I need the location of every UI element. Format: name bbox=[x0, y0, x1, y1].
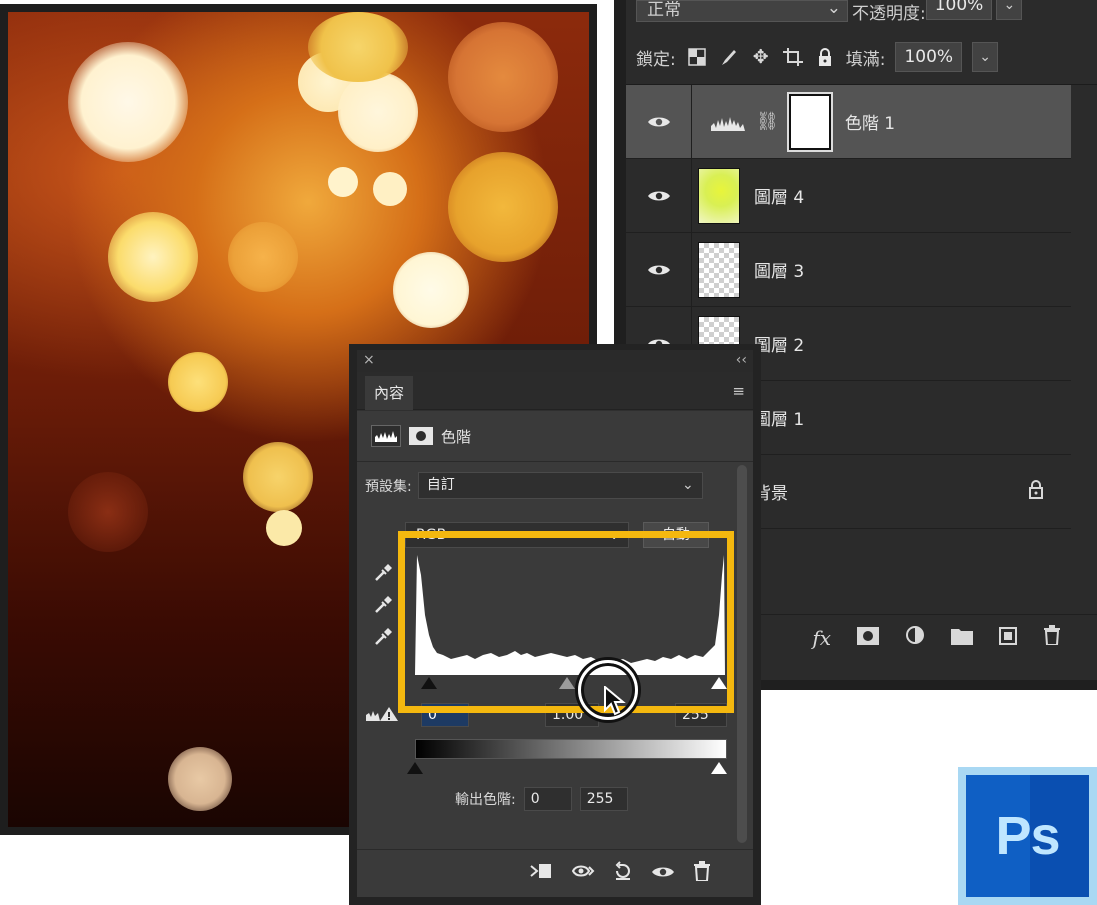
layer-name: 圖層 4 bbox=[754, 188, 805, 208]
visibility-eye-icon[interactable] bbox=[626, 158, 692, 233]
layer-name: 圖層 1 bbox=[754, 410, 805, 430]
fill-label: 填滿: bbox=[845, 49, 886, 70]
scrollbar[interactable] bbox=[737, 465, 747, 843]
chevron-down-icon: ⌄ bbox=[681, 477, 694, 493]
bokeh-light bbox=[168, 747, 232, 811]
opacity-field[interactable]: 100% bbox=[925, 0, 993, 20]
bokeh-light bbox=[373, 172, 407, 206]
lock-label: 鎖定: bbox=[636, 49, 676, 70]
bokeh-light bbox=[328, 167, 358, 197]
lock-artboard-icon[interactable] bbox=[782, 46, 804, 68]
adjustment-layer-icon[interactable] bbox=[905, 625, 925, 650]
photoshop-logo-text: Ps bbox=[966, 775, 1089, 897]
bokeh-light bbox=[168, 352, 228, 412]
output-slider-track[interactable] bbox=[407, 760, 737, 778]
bokeh-light bbox=[448, 22, 558, 132]
layer-thumbnail[interactable] bbox=[698, 167, 740, 224]
layer-row-levels-1[interactable]: ⛓ 色階 1 bbox=[626, 84, 1071, 159]
lock-row: 鎖定: ✥ 填滿: 100% ⌄ bbox=[636, 40, 999, 74]
lock-position-icon[interactable]: ✥ bbox=[750, 46, 772, 68]
new-layer-icon[interactable] bbox=[999, 626, 1017, 650]
clipping-warning-icon[interactable] bbox=[365, 705, 399, 727]
output-white-slider[interactable] bbox=[711, 762, 727, 774]
layer-row-layer-4[interactable]: 圖層 4 bbox=[626, 158, 1071, 233]
black-point-eyedropper-icon[interactable] bbox=[371, 560, 397, 584]
eyedropper-group bbox=[371, 560, 397, 648]
output-levels-row: 輸出色階: 0 255 bbox=[455, 787, 628, 811]
lock-transparent-pixels-icon[interactable] bbox=[686, 46, 708, 68]
collapse-icon[interactable]: ‹‹ bbox=[736, 352, 747, 368]
visibility-eye-icon[interactable] bbox=[626, 232, 692, 307]
output-gradient-bar bbox=[415, 739, 727, 759]
gray-point-eyedropper-icon[interactable] bbox=[371, 592, 397, 616]
bokeh-light bbox=[228, 222, 298, 292]
blend-mode-select[interactable]: 正常 ⌄ bbox=[636, 0, 848, 22]
levels-adjustment-icon bbox=[710, 112, 746, 132]
mask-icon[interactable] bbox=[409, 427, 433, 445]
bokeh-light bbox=[266, 510, 302, 546]
preset-row: 預設集: 自訂 ⌄ bbox=[365, 472, 703, 499]
blend-mode-row: 正常 ⌄ 不透明度: 100% ⌄ bbox=[636, 0, 1096, 24]
properties-footer bbox=[357, 849, 753, 897]
levels-icon[interactable] bbox=[371, 425, 401, 447]
view-previous-state-icon[interactable] bbox=[571, 862, 595, 885]
adjustment-title: 色階 bbox=[441, 427, 472, 446]
folder-icon[interactable] bbox=[951, 626, 973, 650]
layer-locked-icon bbox=[1027, 479, 1045, 504]
bokeh-light bbox=[448, 152, 558, 262]
preset-value: 自訂 bbox=[426, 477, 455, 493]
bokeh-light bbox=[308, 12, 408, 82]
add-mask-icon[interactable] bbox=[857, 626, 879, 650]
tab-properties[interactable]: 內容 bbox=[365, 376, 413, 410]
layer-name: 圖層 3 bbox=[754, 262, 805, 282]
visibility-eye-icon[interactable] bbox=[626, 84, 692, 159]
bokeh-light bbox=[68, 472, 148, 552]
divider bbox=[357, 461, 753, 462]
mouse-cursor-icon bbox=[604, 686, 626, 716]
output-white-field[interactable]: 255 bbox=[579, 787, 628, 811]
white-point-eyedropper-icon[interactable] bbox=[371, 624, 397, 648]
reset-icon[interactable] bbox=[613, 861, 633, 886]
output-black-field[interactable]: 0 bbox=[523, 787, 572, 811]
link-chain-icon[interactable]: ⛓ bbox=[756, 111, 779, 132]
bokeh-light bbox=[68, 42, 188, 162]
panel-menu-icon[interactable]: ≡ bbox=[732, 382, 745, 400]
panel-tabbar: 內容 ≡ bbox=[357, 372, 753, 410]
clip-to-layer-icon[interactable] bbox=[529, 862, 553, 885]
output-black-slider[interactable] bbox=[407, 762, 423, 774]
fill-field[interactable]: 100% bbox=[895, 42, 963, 72]
adjustment-header: 色階 bbox=[371, 425, 471, 447]
blend-mode-value: 正常 bbox=[647, 0, 681, 20]
fx-icon[interactable]: fx bbox=[812, 626, 831, 650]
lock-image-pixels-icon[interactable] bbox=[718, 46, 740, 68]
photoshop-logo: Ps bbox=[958, 767, 1097, 905]
bokeh-light bbox=[108, 212, 198, 302]
lock-all-icon[interactable] bbox=[814, 46, 836, 68]
preset-select[interactable]: 自訂 ⌄ bbox=[417, 472, 703, 499]
layer-name: 圖層 2 bbox=[754, 336, 805, 356]
toggle-visibility-icon[interactable] bbox=[651, 864, 675, 884]
layer-row-layer-3[interactable]: 圖層 3 bbox=[626, 232, 1071, 307]
trash-icon[interactable] bbox=[1043, 625, 1061, 650]
output-levels-label: 輸出色階: bbox=[455, 792, 516, 808]
close-icon[interactable]: × bbox=[363, 352, 375, 368]
chevron-down-icon: ⌄ bbox=[826, 0, 841, 18]
layer-mask-thumbnail[interactable] bbox=[786, 91, 833, 152]
fill-dropdown[interactable]: ⌄ bbox=[972, 42, 999, 72]
opacity-label: 不透明度: bbox=[852, 3, 926, 24]
delete-adjustment-icon[interactable] bbox=[693, 861, 711, 886]
layer-thumbnail[interactable] bbox=[698, 241, 740, 298]
bokeh-light bbox=[338, 72, 418, 152]
layer-name: 色階 1 bbox=[844, 114, 896, 134]
bokeh-light bbox=[393, 252, 469, 328]
opacity-dropdown[interactable]: ⌄ bbox=[996, 0, 1023, 20]
bokeh-light bbox=[243, 442, 313, 512]
panel-titlebar: × ‹‹ bbox=[357, 350, 753, 372]
preset-label: 預設集: bbox=[365, 478, 412, 495]
histogram-highlight-box bbox=[398, 531, 734, 713]
